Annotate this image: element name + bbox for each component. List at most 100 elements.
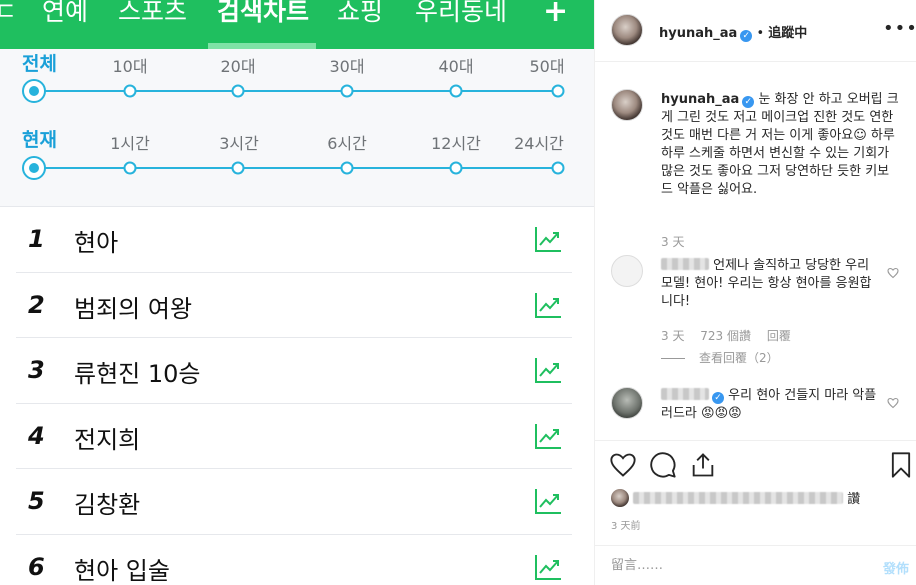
- rank-keyword[interactable]: 범죄의 여왕: [74, 289, 192, 324]
- blurred-username[interactable]: [661, 388, 709, 400]
- tab-search-chart[interactable]: 검색차트: [217, 0, 309, 32]
- time-node-now[interactable]: [22, 156, 46, 180]
- instagram-post-panel: hyunah_aa ✓ • 追蹤中 ••• hyunah_aa ✓ 눈 화장 안 하…: [594, 0, 916, 585]
- likes-suffix: 讚: [847, 492, 861, 507]
- ranking-row[interactable]: 2 범죄의 여왕: [16, 273, 572, 338]
- time-node-6h[interactable]: [340, 161, 354, 175]
- comment-likes[interactable]: 723 個讚: [700, 329, 751, 343]
- caption-text: hyunah_aa ✓ 눈 화장 안 하고 오버립 크게 그린 것도 저고 메이크…: [661, 91, 901, 199]
- caption-timestamp: 3 天: [661, 235, 685, 249]
- time-node-12h[interactable]: [449, 161, 463, 175]
- rank-keyword[interactable]: 김창환: [74, 485, 140, 520]
- age-option-40[interactable]: 40대: [438, 53, 473, 77]
- age-node-20[interactable]: [231, 84, 245, 98]
- age-node-30[interactable]: [340, 84, 354, 98]
- rank-keyword[interactable]: 전지희: [74, 420, 140, 455]
- age-node-40[interactable]: [449, 84, 463, 98]
- comment-text: 언제나 솔직하고 당당한 우리모델! 현아! 우리는 항상 현아를 응원합니다!: [661, 257, 881, 311]
- rank-keyword[interactable]: 류현진 10승: [74, 354, 201, 389]
- time-option-3h[interactable]: 3시간: [219, 130, 259, 154]
- tab-neighborhood[interactable]: 우리동네: [415, 0, 507, 32]
- blurred-username[interactable]: [661, 258, 709, 270]
- author-avatar[interactable]: [611, 89, 643, 121]
- trend-chart-icon[interactable]: [534, 356, 562, 384]
- trend-chart-icon[interactable]: [534, 487, 562, 515]
- time-slider-track: [34, 167, 559, 169]
- tab-sports[interactable]: 스포츠: [118, 0, 187, 32]
- like-comment-heart-icon[interactable]: [887, 267, 899, 279]
- more-options-icon[interactable]: •••: [883, 18, 916, 39]
- age-option-20[interactable]: 20대: [220, 53, 255, 77]
- ranking-row[interactable]: 5 김창환: [16, 469, 572, 535]
- comment-input[interactable]: [611, 558, 841, 573]
- ranking-row[interactable]: 6 현아 입술: [16, 535, 572, 585]
- author-avatar[interactable]: [611, 14, 643, 46]
- time-filter-label: 현재: [22, 129, 57, 151]
- time-option-24h[interactable]: 24시간: [514, 130, 564, 154]
- age-slider-track: [34, 90, 559, 92]
- caption-body: 눈 화장 안 하고 오버립 크게 그린 것도 저고 메이크업 진한 것도 연한 …: [661, 92, 899, 197]
- share-upload-icon[interactable]: [689, 451, 717, 479]
- trend-chart-icon[interactable]: [534, 422, 562, 450]
- time-node-1h[interactable]: [123, 161, 137, 175]
- time-node-3h[interactable]: [231, 161, 245, 175]
- verified-badge-icon: ✓: [712, 392, 724, 404]
- likes-line[interactable]: 讚: [611, 488, 860, 507]
- time-option-12h[interactable]: 12시간: [431, 130, 481, 154]
- tab-shopping[interactable]: 쇼핑: [337, 0, 383, 32]
- trend-chart-icon[interactable]: [534, 225, 562, 253]
- rank-number: 6: [28, 552, 45, 581]
- post-comment-button[interactable]: 發佈: [883, 558, 909, 577]
- ranking-row[interactable]: 3 류현진 10승: [16, 338, 572, 404]
- tab-prev[interactable]: ㄷ: [0, 0, 17, 32]
- post-actions: [595, 441, 916, 489]
- time-option-1h[interactable]: 1시간: [110, 130, 150, 154]
- like-heart-icon[interactable]: [609, 451, 637, 479]
- blurred-likers[interactable]: [633, 492, 844, 504]
- age-option-50[interactable]: 50대: [529, 53, 564, 77]
- view-replies-link[interactable]: 查看回覆（2）: [699, 351, 779, 365]
- trend-chart-icon[interactable]: [534, 553, 562, 581]
- rank-keyword[interactable]: 현아: [74, 223, 118, 258]
- add-tab-button[interactable]: +: [543, 0, 568, 32]
- comment-bubble-icon[interactable]: [649, 451, 677, 479]
- time-node-24h[interactable]: [551, 161, 565, 175]
- comment-meta: 3 天 723 個讚 回覆: [661, 327, 803, 344]
- age-node-10[interactable]: [123, 84, 137, 98]
- view-replies-row[interactable]: 查看回覆（2）: [661, 349, 779, 366]
- post-timestamp: 3 天前: [611, 521, 641, 532]
- author-username[interactable]: hyunah_aa: [659, 26, 737, 41]
- age-option-30[interactable]: 30대: [329, 53, 364, 77]
- post-header: hyunah_aa ✓ • 追蹤中 •••: [595, 0, 916, 62]
- caption-username[interactable]: hyunah_aa: [661, 92, 739, 107]
- filter-panel: 전체 10대 20대 30대 40대 50대 현재 1시간 3시간 6시간 12…: [0, 49, 594, 207]
- trend-chart-icon[interactable]: [534, 291, 562, 319]
- tab-entertainment[interactable]: 연예: [42, 0, 88, 32]
- ranking-list: 1 현아 2 범죄의 여왕 3 류현진 10승 4 전지희 5 김창환 6 현아…: [16, 207, 572, 585]
- rank-number: 4: [28, 421, 45, 450]
- liker-avatar: [611, 489, 629, 507]
- rank-number: 2: [28, 290, 45, 319]
- age-node-50[interactable]: [551, 84, 565, 98]
- ranking-row[interactable]: 1 현아: [16, 207, 572, 273]
- following-button[interactable]: 追蹤中: [768, 26, 807, 41]
- search-chart-panel: ㄷ 연예 스포츠 검색차트 쇼핑 우리동네 + 전체 10대 20대 30대 4…: [0, 0, 594, 585]
- replies-divider: [661, 358, 685, 359]
- verified-badge-icon: ✓: [742, 96, 755, 108]
- time-option-6h[interactable]: 6시간: [327, 130, 367, 154]
- rank-keyword[interactable]: 현아 입술: [74, 551, 170, 585]
- commenter-avatar[interactable]: [611, 387, 643, 419]
- commenter-avatar[interactable]: [611, 255, 643, 287]
- author-line: hyunah_aa ✓ • 追蹤中: [659, 22, 807, 42]
- like-comment-heart-icon[interactable]: [887, 397, 899, 409]
- rank-number: 1: [28, 225, 45, 253]
- age-filter-label: 전체: [22, 53, 57, 75]
- category-nav: ㄷ 연예 스포츠 검색차트 쇼핑 우리동네 +: [0, 0, 594, 49]
- ranking-row[interactable]: 4 전지희: [16, 404, 572, 469]
- bookmark-icon[interactable]: [887, 451, 915, 479]
- age-node-all[interactable]: [22, 79, 46, 103]
- reply-button[interactable]: 回覆: [767, 329, 791, 343]
- separator-dot: •: [756, 26, 765, 41]
- age-option-10[interactable]: 10대: [112, 53, 147, 77]
- comments-section: hyunah_aa ✓ 눈 화장 안 하고 오버립 크게 그린 것도 저고 메이크…: [595, 63, 916, 441]
